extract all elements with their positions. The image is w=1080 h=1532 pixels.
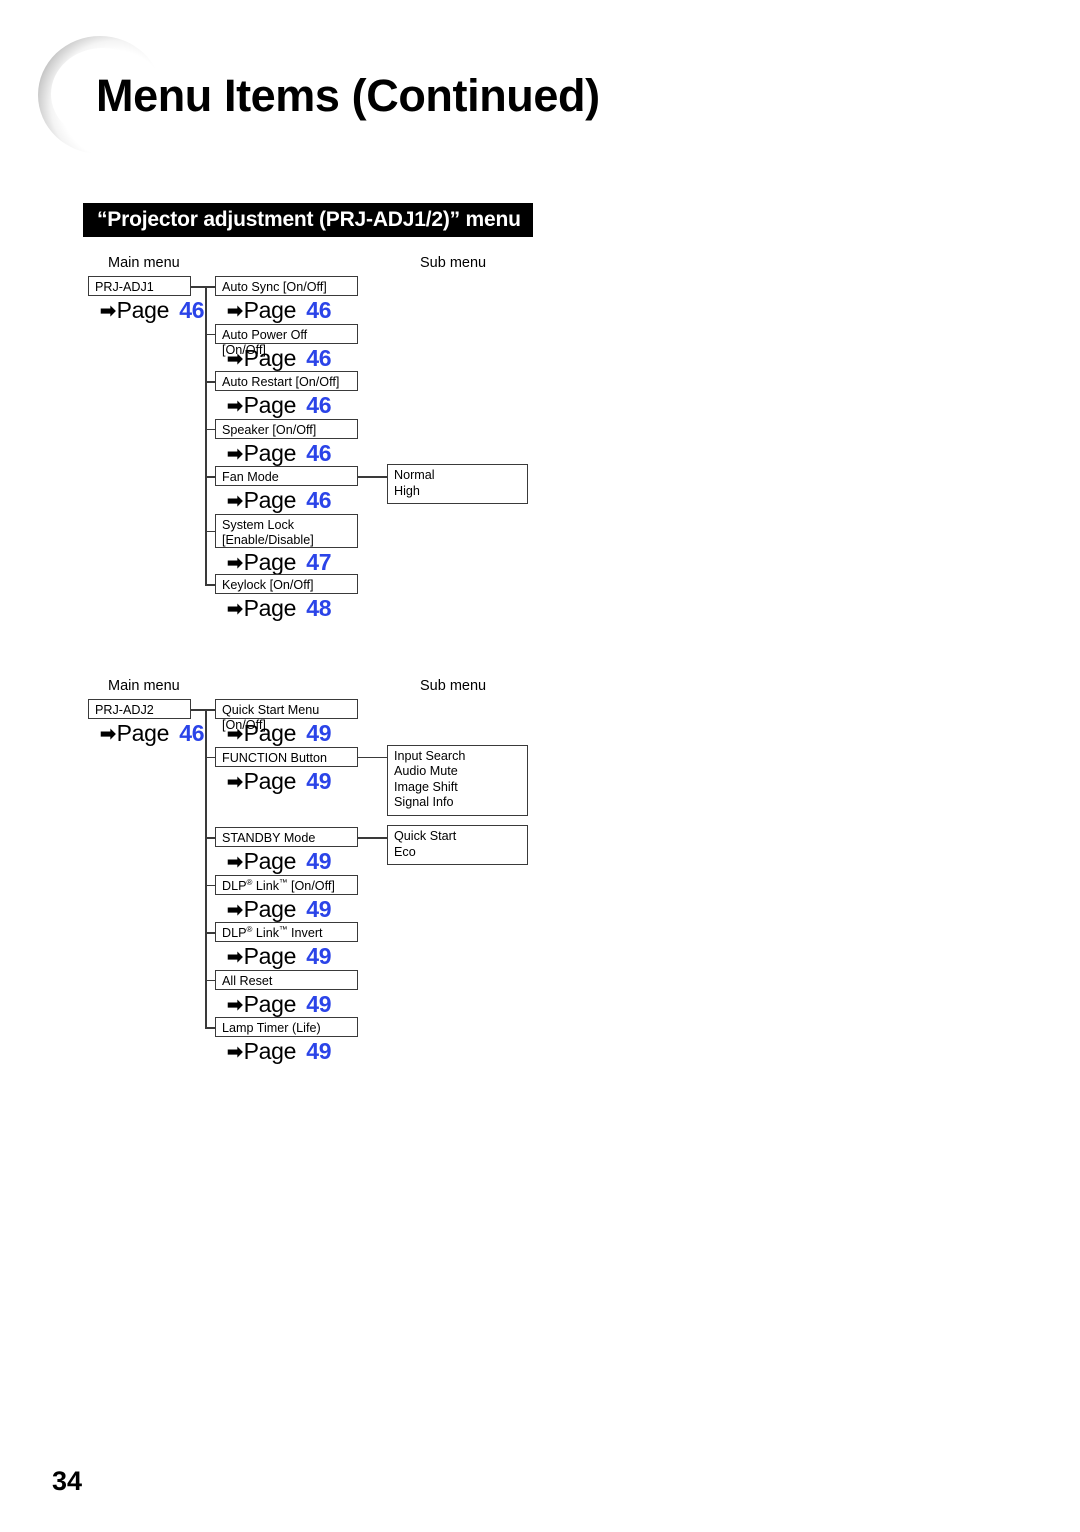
sub-menu-node[interactable]: Auto Sync [On/Off] bbox=[215, 276, 358, 296]
sub-menu-page-ref[interactable]: ➡Page 46 bbox=[227, 345, 332, 374]
main-menu-page-ref[interactable]: ➡Page 46 bbox=[100, 297, 205, 326]
arrow-right-icon: ➡ bbox=[227, 599, 243, 620]
arrow-right-icon: ➡ bbox=[227, 552, 243, 574]
main-menu-column-label: Main menu bbox=[108, 678, 180, 694]
sub-menu-column-label: Sub menu bbox=[420, 255, 487, 271]
sub-menu-page-ref[interactable]: ➡Page 49 bbox=[227, 896, 332, 925]
sub-menu-page-ref[interactable]: ➡Page 49 bbox=[227, 991, 332, 1020]
sub-menu-node[interactable]: Keylock [On/Off] bbox=[215, 574, 358, 594]
arrow-right-icon: ➡ bbox=[227, 852, 243, 873]
connector-line bbox=[358, 476, 387, 478]
sub-menu-option-node[interactable]: Input Search Audio Mute Image Shift Sign… bbox=[387, 744, 528, 816]
arrow-right-icon: ➡ bbox=[227, 443, 243, 465]
sub-menu-node[interactable]: Auto Power Off [On/Off] bbox=[215, 323, 358, 357]
tree-trunk-line bbox=[205, 709, 207, 1029]
sub-menu-option-node[interactable]: Quick Start Eco bbox=[387, 825, 528, 865]
page-header: Menu Items (Continued) bbox=[0, 0, 1080, 170]
arrow-right-icon: ➡ bbox=[227, 348, 243, 370]
connector-line bbox=[358, 837, 387, 839]
arrow-right-icon: ➡ bbox=[227, 899, 243, 921]
arrow-right-icon: ➡ bbox=[227, 994, 243, 1016]
sub-menu-page-ref[interactable]: ➡Page 49 bbox=[227, 768, 332, 797]
sub-menu-node[interactable]: Quick Start Menu [On/Off] bbox=[215, 699, 358, 732]
sub-menu-node[interactable]: Fan Mode bbox=[215, 466, 358, 486]
arrow-right-icon: ➡ bbox=[227, 396, 243, 417]
sub-menu-option-node[interactable]: Normal High bbox=[387, 464, 528, 504]
sub-menu-page-ref[interactable]: ➡Page 46 bbox=[227, 487, 332, 516]
sub-menu-node[interactable]: Speaker [On/Off] bbox=[215, 418, 358, 439]
arrow-right-icon: ➡ bbox=[227, 724, 243, 745]
page-title: Menu Items (Continued) bbox=[96, 70, 600, 121]
sub-menu-node[interactable]: FUNCTION Button bbox=[215, 746, 358, 767]
main-menu-node[interactable]: PRJ-ADJ1 bbox=[88, 276, 191, 296]
sub-menu-node[interactable]: All Reset bbox=[215, 969, 358, 990]
sub-menu-page-ref[interactable]: ➡Page 49 bbox=[227, 848, 332, 877]
tree-trunk-line bbox=[205, 286, 207, 586]
sub-menu-page-ref[interactable]: ➡Page 49 bbox=[227, 1038, 332, 1067]
arrow-right-icon: ➡ bbox=[227, 491, 243, 512]
connector-line bbox=[191, 709, 205, 711]
main-menu-column-label: Main menu bbox=[108, 255, 180, 271]
sub-menu-node[interactable]: Lamp Timer (Life) bbox=[215, 1017, 358, 1037]
sub-menu-node[interactable]: Auto Restart [On/Off] bbox=[215, 371, 358, 391]
arrow-right-icon: ➡ bbox=[227, 947, 243, 968]
sub-menu-node[interactable]: System Lock [Enable/Disable] bbox=[215, 513, 358, 548]
sub-menu-column-label: Sub menu bbox=[420, 678, 487, 694]
arrow-right-icon: ➡ bbox=[100, 724, 116, 745]
sub-menu-page-ref[interactable]: ➡Page 48 bbox=[227, 595, 332, 624]
sub-menu-node[interactable]: DLP® Link™ [On/Off] bbox=[215, 874, 358, 895]
main-menu-node[interactable]: PRJ-ADJ2 bbox=[88, 699, 191, 719]
sub-menu-page-ref[interactable]: ➡Page 46 bbox=[227, 297, 332, 326]
main-menu-page-ref[interactable]: ➡Page 46 bbox=[100, 720, 205, 749]
section-title-bar: “Projector adjustment (PRJ-ADJ1/2)” menu bbox=[83, 203, 533, 237]
sub-menu-node[interactable]: DLP® Link™ Invert bbox=[215, 922, 358, 942]
sub-menu-page-ref[interactable]: ➡Page 49 bbox=[227, 943, 332, 972]
arrow-right-icon: ➡ bbox=[227, 771, 243, 793]
sub-menu-page-ref[interactable]: ➡Page 49 bbox=[227, 720, 332, 749]
sub-menu-page-ref[interactable]: ➡Page 46 bbox=[227, 440, 332, 469]
arrow-right-icon: ➡ bbox=[227, 1042, 243, 1063]
sub-menu-node[interactable]: STANDBY Mode bbox=[215, 827, 358, 847]
connector-line bbox=[191, 286, 205, 288]
folio-page-number: 34 bbox=[52, 1466, 83, 1496]
sub-menu-page-ref[interactable]: ➡Page 46 bbox=[227, 392, 332, 421]
arrow-right-icon: ➡ bbox=[100, 301, 116, 322]
connector-line bbox=[358, 756, 387, 759]
arrow-right-icon: ➡ bbox=[227, 301, 243, 322]
